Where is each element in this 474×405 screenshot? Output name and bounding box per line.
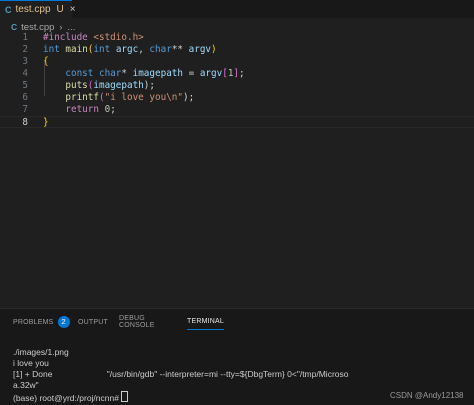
token: )	[211, 44, 217, 55]
problems-count-badge: 2	[57, 316, 70, 328]
token: main	[65, 44, 88, 55]
tab-problems-label: PROBLEMS	[13, 318, 54, 326]
line-number: 7	[22, 104, 28, 115]
token: <stdio.h>	[93, 32, 144, 43]
chevron-right-icon: ›	[59, 22, 63, 32]
tab-problems[interactable]: PROBLEMS 2	[13, 314, 70, 330]
cpp-file-icon: C	[5, 4, 12, 15]
terminal-line: ./images/1.png	[13, 347, 69, 357]
tab-test-cpp[interactable]: C test.cpp U ×	[0, 0, 76, 18]
terminal-output[interactable]: ./images/1.png i love you [1] + Done "/usr…	[13, 347, 348, 404]
token: );	[143, 80, 155, 91]
breadcrumb-file[interactable]: test.cpp	[21, 22, 54, 33]
line-number: 4	[22, 68, 28, 79]
tab-output[interactable]: OUTPUT	[78, 314, 108, 330]
token: argv	[188, 44, 212, 55]
terminal-line: a.32w"	[13, 380, 39, 390]
code-line-current: 8 }	[0, 116, 474, 128]
token: char	[149, 44, 172, 55]
token: imagepath	[132, 68, 183, 79]
terminal-line: [1] + Done "/usr/bin/gdb" --interpreter=…	[13, 369, 349, 379]
tab-filename: test.cpp	[15, 4, 51, 15]
token: argv	[199, 68, 223, 79]
code-line: 4 const char* imagepath = argv[1];	[0, 68, 474, 80]
terminal-line: i love you	[13, 358, 49, 368]
code-editor[interactable]: 1 #include <stdio.h> 2 int main(int argc…	[0, 32, 474, 132]
line-number: 2	[22, 44, 28, 55]
token: int	[43, 44, 60, 55]
bottom-panel: PROBLEMS 2 OUTPUT DEBUG CONSOLE TERMINAL…	[0, 309, 474, 405]
tab-terminal-label: TERMINAL	[187, 318, 224, 325]
code-line: 7 return 0;	[0, 104, 474, 116]
close-icon[interactable]: ×	[70, 4, 76, 15]
token: "i love you\n"	[104, 92, 183, 103]
terminal-prompt-line: (base) root@yrd:/proj/ncnn#	[13, 391, 348, 404]
token: ;	[110, 104, 116, 115]
token: ;	[239, 68, 245, 79]
token: **	[171, 44, 184, 55]
cpp-file-icon: C	[11, 22, 18, 32]
token: const	[65, 68, 94, 79]
line-number: 1	[22, 32, 28, 43]
token: *	[121, 68, 127, 79]
line-number: 5	[22, 80, 28, 91]
code-line: 5 puts(imagepath);	[0, 80, 474, 92]
terminal-cursor	[121, 391, 129, 402]
token: char	[99, 68, 122, 79]
tab-debug-console-label: DEBUG CONSOLE	[119, 315, 155, 329]
token: argc	[115, 44, 139, 55]
token: );	[182, 92, 195, 103]
breadcrumb-symbols[interactable]: ...	[67, 22, 75, 33]
token: =	[188, 68, 195, 79]
tab-terminal[interactable]: TERMINAL	[187, 314, 224, 330]
token: puts	[65, 80, 88, 91]
code-line: 6 printf("i love you\n");	[0, 92, 474, 104]
code-line: 1 #include <stdio.h>	[0, 32, 474, 44]
token: imagepath	[93, 80, 144, 91]
token: ,	[138, 44, 144, 55]
line-number: 3	[22, 56, 28, 67]
token: printf	[65, 92, 99, 103]
watermark: CSDN @Andy12138	[390, 391, 464, 400]
editor-tab-bar: C test.cpp U ×	[0, 0, 474, 18]
line-number: 6	[22, 92, 28, 103]
token: int	[93, 44, 111, 55]
code-line: 3 {	[0, 56, 474, 68]
tab-output-label: OUTPUT	[78, 318, 108, 326]
token: return	[65, 104, 99, 115]
tab-debug-console[interactable]: DEBUG CONSOLE	[119, 314, 155, 330]
token: #include	[43, 32, 88, 43]
code-line: 2 int main(int argc, char** argv)	[0, 44, 474, 56]
untracked-status: U	[56, 4, 64, 15]
terminal-prompt: (base) root@yrd:/proj/ncnn#	[13, 393, 122, 403]
token: {	[43, 56, 49, 67]
token: }	[43, 117, 49, 128]
line-number: 8	[22, 117, 28, 128]
